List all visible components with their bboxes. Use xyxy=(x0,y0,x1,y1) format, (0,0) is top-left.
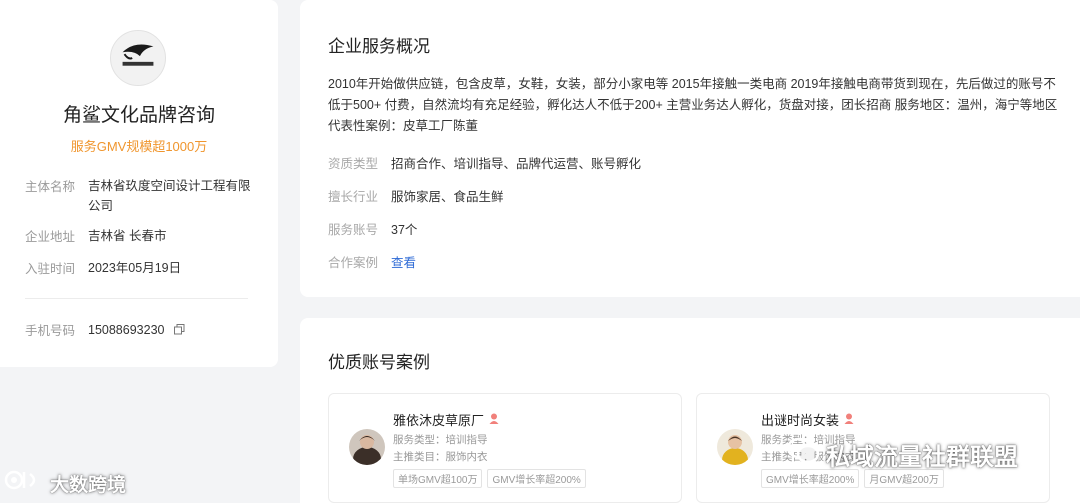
account-avatar xyxy=(349,429,385,465)
account-tag: 单场GMV超100万 xyxy=(393,469,483,488)
wechat-icon xyxy=(786,437,820,472)
overview-row-accounts: 服务账号 37个 xyxy=(328,219,417,238)
watermark-left: 大数跨境 xyxy=(4,468,126,498)
watermark-right-text: 私域流量社群联盟 xyxy=(826,444,1018,471)
copy-icon[interactable] xyxy=(173,321,185,341)
view-cases-link[interactable]: 查看 xyxy=(391,252,416,271)
overview-row-industry: 擅长行业 服饰家居、食品生鲜 xyxy=(328,186,504,205)
account-service-type: 服务类型：培训指导 xyxy=(393,434,488,446)
overview-row-qualification: 资质类型 招商合作、培训指导、品牌代运营、账号孵化 xyxy=(328,153,641,172)
phone-value: 15088693230 xyxy=(88,323,165,337)
company-logo xyxy=(110,30,166,86)
info-label: 主体名称 xyxy=(25,180,76,194)
info-label: 企业地址 xyxy=(25,230,76,244)
service-overview-card: 企业服务概况 2010年开始做供应链，包含皮草，女鞋，女装，部分小家电等 201… xyxy=(300,0,1080,297)
overview-label: 服务账号 xyxy=(328,223,379,237)
account-name: 出谜时尚女装 xyxy=(761,413,840,428)
divider xyxy=(25,298,248,299)
accounts-title: 优质账号案例 xyxy=(328,353,430,372)
info-row-entity: 主体名称 吉林省玖度空间设计工程有限公司 xyxy=(25,176,258,216)
anchor-icon xyxy=(844,412,854,427)
info-row-address: 企业地址 吉林省 长春市 xyxy=(25,226,258,246)
overview-value: 37个 xyxy=(391,223,418,237)
company-profile-card: 角鲨文化品牌咨询 服务GMV规模超1000万 主体名称 吉林省玖度空间设计工程有… xyxy=(0,0,278,367)
account-name: 雅依沐皮草原厂 xyxy=(393,413,485,428)
overview-title: 企业服务概况 xyxy=(328,37,430,56)
quality-accounts-card: 优质账号案例 雅依沐皮草原厂 服务类型：培训指导 主推类目：服饰内衣 单场GMV… xyxy=(300,318,1080,503)
gmv-badge: 服务GMV规模超1000万 xyxy=(70,139,208,154)
account-tag: GMV增长率超200% xyxy=(487,469,586,488)
info-value: 吉林省 长春市 xyxy=(88,229,167,243)
dashuju-logo-icon xyxy=(4,468,46,498)
watermark-left-text: 大数跨境 xyxy=(50,474,127,496)
account-category: 主推类目：服饰内衣 xyxy=(393,451,488,463)
overview-label: 合作案例 xyxy=(328,256,379,270)
info-value: 吉林省玖度空间设计工程有限公司 xyxy=(88,179,251,213)
anchor-icon xyxy=(489,412,499,427)
overview-row-cases: 合作案例 查看 xyxy=(328,252,416,271)
company-name: 角鲨文化品牌咨询 xyxy=(62,105,215,126)
info-label: 入驻时间 xyxy=(25,262,76,276)
info-row-join-date: 入驻时间 2023年05月19日 xyxy=(25,258,258,278)
watermark-right: 私域流量社群联盟 xyxy=(786,437,1018,472)
overview-label: 资质类型 xyxy=(328,157,379,171)
overview-value: 服饰家居、食品生鲜 xyxy=(391,190,504,204)
info-row-phone: 手机号码 15088693230 xyxy=(25,320,185,341)
account-avatar xyxy=(717,429,753,465)
phone-label: 手机号码 xyxy=(25,324,76,338)
overview-description: 2010年开始做供应链，包含皮草，女鞋，女装，部分小家电等 2015年接触一类电… xyxy=(328,77,1058,133)
account-case-card[interactable]: 雅依沐皮草原厂 服务类型：培训指导 主推类目：服饰内衣 单场GMV超100万 G… xyxy=(328,393,682,503)
overview-label: 擅长行业 xyxy=(328,190,379,204)
info-value: 2023年05月19日 xyxy=(88,261,182,275)
overview-value: 招商合作、培训指导、品牌代运营、账号孵化 xyxy=(391,157,642,171)
